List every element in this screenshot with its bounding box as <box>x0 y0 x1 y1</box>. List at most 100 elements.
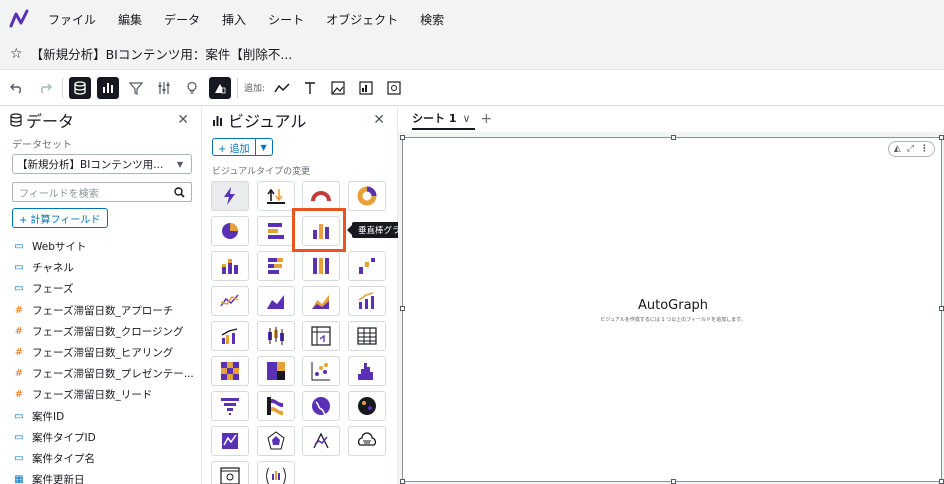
resize-handle[interactable] <box>671 479 676 484</box>
autograph-icon[interactable] <box>211 181 249 211</box>
toolbar-divider <box>62 77 63 98</box>
area-chart-icon[interactable] <box>256 286 295 316</box>
data-panel-title: データ <box>26 112 75 131</box>
donut-chart-icon[interactable] <box>347 181 386 211</box>
field-item[interactable]: ▭ フェーズ <box>0 278 201 299</box>
data-panel: データ ✕ データセット 【新規分析】BIコンテンツ用... ▼ フィールドを検… <box>0 106 202 484</box>
funnel-chart-icon[interactable] <box>211 391 249 421</box>
pivot-table-icon[interactable] <box>302 321 340 351</box>
measure-icon: # <box>14 304 24 316</box>
dataset-select[interactable]: 【新規分析】BIコンテンツ用... ▼ <box>12 154 192 174</box>
insight-icon[interactable] <box>302 426 340 456</box>
add-visual-button[interactable]: + 追加 ▼ <box>212 138 273 156</box>
field-item[interactable]: ▦ 案件更新日 <box>0 469 201 484</box>
resize-handle[interactable] <box>671 135 676 140</box>
field-search-input[interactable]: フィールドを検索 <box>12 182 192 202</box>
favorite-star-icon[interactable]: ☆ <box>10 46 23 62</box>
vertical-stacked-100-bar-icon[interactable] <box>302 251 340 281</box>
chevron-down-icon[interactable]: ∨ <box>462 112 470 125</box>
menu-search[interactable]: 検索 <box>420 11 444 28</box>
filled-map-icon[interactable] <box>302 391 340 421</box>
resize-handle[interactable] <box>400 135 405 140</box>
menu-object[interactable]: オブジェクト <box>326 11 398 28</box>
menu-sheet[interactable]: シート <box>268 11 304 28</box>
stacked-area-chart-icon[interactable] <box>302 286 340 316</box>
filter-icon[interactable] <box>125 77 147 99</box>
analysis-title[interactable]: 【新規分析】BIコンテンツ用：案件【削除不... <box>31 44 293 63</box>
expand-icon[interactable]: ⤢ <box>907 144 914 154</box>
gauge-chart-icon[interactable] <box>302 181 340 211</box>
dimension-icon: ▭ <box>14 241 24 253</box>
highcharts-icon[interactable] <box>211 426 249 456</box>
insights-lightbulb-icon[interactable] <box>181 77 203 99</box>
field-item[interactable]: ▭ 案件ID <box>0 406 201 427</box>
more-options-icon[interactable]: ⋮ <box>920 144 929 154</box>
search-icon <box>174 186 185 198</box>
table-icon[interactable] <box>347 321 386 351</box>
add-embed-icon[interactable] <box>383 77 405 99</box>
tree-map-icon[interactable] <box>256 356 295 386</box>
close-visual-panel-icon[interactable]: ✕ <box>373 112 385 128</box>
autograph-title: AutoGraph <box>637 298 709 313</box>
box-plot-icon[interactable] <box>256 321 295 351</box>
waterfall-chart-icon[interactable] <box>347 251 386 281</box>
redo-icon[interactable] <box>34 77 56 99</box>
embed-icon[interactable] <box>211 461 249 484</box>
autograph-visual[interactable]: ◭ ⤢ ⋮ AutoGraph ビジュアルを作成するには 1 つ以上のフィールド… <box>400 135 944 484</box>
field-item[interactable]: ▭ 案件タイプID <box>0 427 201 448</box>
toolbar-divider <box>237 77 238 98</box>
menu-insert[interactable]: 挿入 <box>222 11 246 28</box>
visual-panel-toggle-icon[interactable] <box>97 76 119 99</box>
radar-chart-icon[interactable] <box>256 426 295 456</box>
resize-handle[interactable] <box>939 479 944 484</box>
menu-edit[interactable]: 編集 <box>118 11 142 28</box>
horizontal-stacked-bar-icon[interactable] <box>256 251 295 281</box>
menu-data[interactable]: データ <box>164 11 200 28</box>
add-visual-icon[interactable] <box>271 77 293 99</box>
parameters-icon[interactable] <box>153 77 175 99</box>
field-item[interactable]: ▭ チャネル <box>0 257 201 278</box>
field-label: 案件ID <box>32 410 65 423</box>
line-chart-icon[interactable] <box>211 286 249 316</box>
add-insight-icon[interactable] <box>355 77 377 99</box>
data-panel-toggle-icon[interactable] <box>69 76 91 99</box>
field-item[interactable]: # フェーズ滞留日数_クロージング <box>0 321 201 342</box>
dataset-label: データセット <box>12 140 72 151</box>
sankey-diagram-icon[interactable] <box>256 391 295 421</box>
scatter-plot-icon[interactable] <box>302 356 340 386</box>
kpi-icon[interactable] <box>256 181 295 211</box>
add-text-icon[interactable] <box>299 77 321 99</box>
histogram-icon[interactable] <box>347 356 386 386</box>
visual-format-icon[interactable]: ◭ <box>894 144 901 154</box>
field-item[interactable]: # フェーズ滞留日数_リード <box>0 384 201 405</box>
custom-visual-icon[interactable] <box>256 461 295 484</box>
field-label: 案件タイプID <box>32 431 96 444</box>
vertical-stacked-bar-icon[interactable] <box>211 251 249 281</box>
add-image-icon[interactable] <box>327 77 349 99</box>
sheet-tab-1[interactable]: シート 1 ∨ <box>412 108 475 130</box>
field-item[interactable]: # フェーズ滞留日数_プレゼンテー... <box>0 363 201 384</box>
combo-chart-icon[interactable] <box>347 286 386 316</box>
visual-type-label: ビジュアルタイプの変更 <box>212 167 311 177</box>
points-on-map-icon[interactable] <box>347 391 386 421</box>
themes-icon[interactable] <box>209 76 231 99</box>
chevron-down-icon[interactable]: ▼ <box>256 139 272 155</box>
undo-icon[interactable] <box>6 77 28 99</box>
clustered-combo-chart-icon[interactable] <box>211 321 249 351</box>
heat-map-icon[interactable] <box>211 356 249 386</box>
visual-panel-title: ビジュアル <box>228 112 307 131</box>
add-sheet-icon[interactable]: + <box>481 111 493 127</box>
close-data-panel-icon[interactable]: ✕ <box>177 112 189 128</box>
field-item[interactable]: ▭ Webサイト <box>0 236 201 257</box>
field-item[interactable]: # フェーズ滞留日数_ヒアリング <box>0 342 201 363</box>
horizontal-bar-chart-icon[interactable] <box>256 216 295 246</box>
quicksight-logo-icon[interactable] <box>8 8 30 30</box>
add-calculated-field-button[interactable]: + 計算フィールド <box>12 208 108 228</box>
field-item[interactable]: ▭ 案件タイプ名 <box>0 448 201 469</box>
word-cloud-icon[interactable] <box>347 426 386 456</box>
pie-chart-icon[interactable] <box>211 216 249 246</box>
menu-file[interactable]: ファイル <box>48 11 96 28</box>
resize-handle[interactable] <box>939 135 944 140</box>
field-item[interactable]: # フェーズ滞留日数_アプローチ <box>0 300 201 321</box>
resize-handle[interactable] <box>400 479 405 484</box>
